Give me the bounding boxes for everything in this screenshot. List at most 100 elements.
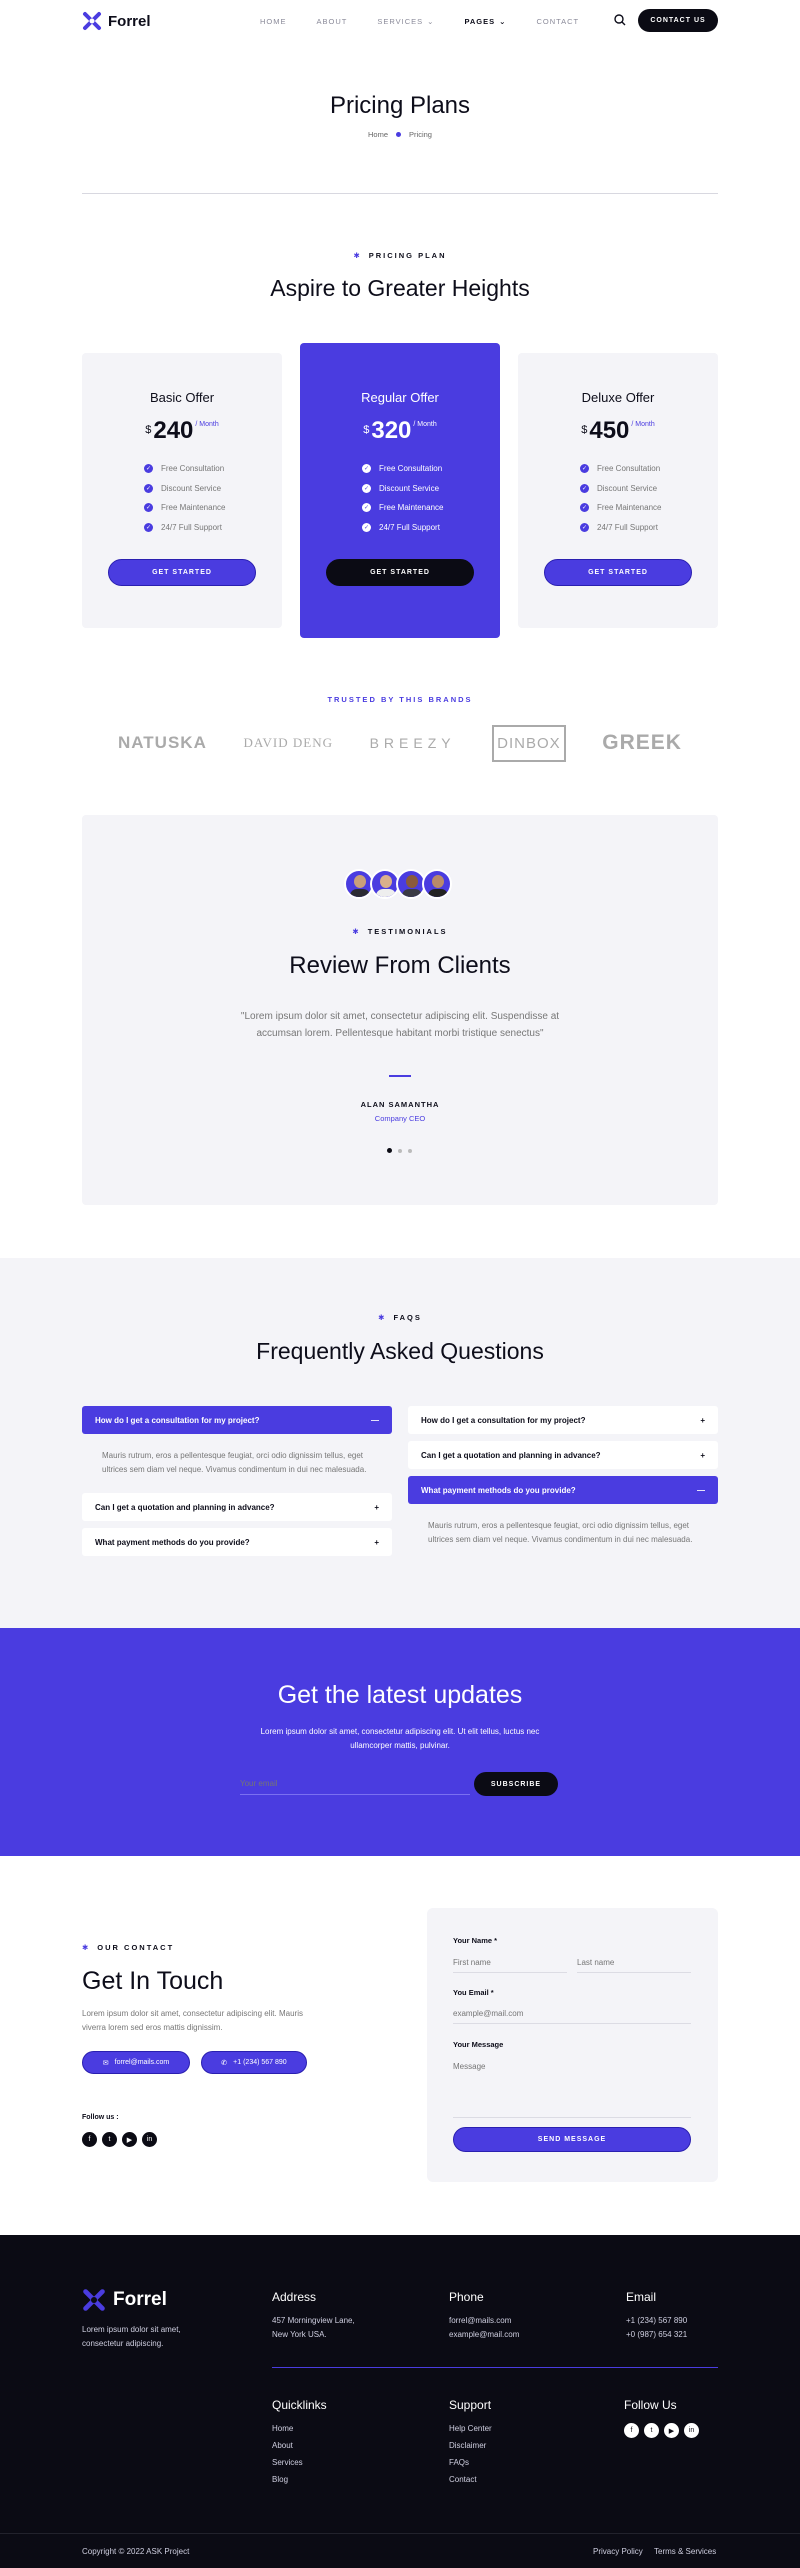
quicklinks-list: Home About Services Blog <box>272 2420 303 2488</box>
star-icon: ✱ <box>378 1313 387 1322</box>
star-icon: ✱ <box>352 927 361 936</box>
divider <box>82 193 718 194</box>
search-icon[interactable] <box>614 14 626 26</box>
faq-answer: Mauris rutrum, eros a pellentesque feugi… <box>428 1521 693 1544</box>
message-textarea[interactable] <box>453 2058 691 2118</box>
phone-icon: ✆ <box>221 2059 228 2067</box>
feature-item: ✓ Free Consultation <box>144 464 225 474</box>
support-heading: Support <box>449 2398 492 2412</box>
footer-link-blog[interactable]: Blog <box>272 2471 303 2488</box>
email-text: +1 (234) 567 890 +0 (987) 654 321 <box>626 2316 688 2339</box>
plan-name: Deluxe Offer <box>581 390 655 405</box>
pricing-eyebrow: ✱ PRICING PLAN <box>353 251 447 260</box>
last-name-input[interactable] <box>577 1953 691 1973</box>
send-message-button[interactable]: SEND MESSAGE <box>453 2127 691 2152</box>
footer-link-faqs[interactable]: FAQs <box>449 2454 492 2471</box>
linkedin-icon[interactable]: in <box>142 2132 157 2147</box>
message-label: Your Message <box>453 2040 504 2049</box>
brand-logo-greek: GREEK <box>602 731 682 754</box>
breadcrumb: Home Pricing <box>0 130 800 139</box>
privacy-link[interactable]: Privacy Policy <box>593 2545 643 2559</box>
feature-item: ✓ Discount Service <box>580 483 658 493</box>
subscribe-button[interactable]: SUBSCRIBE <box>474 1772 558 1796</box>
check-icon: ✓ <box>580 522 589 532</box>
check-icon: ✓ <box>580 483 589 493</box>
linkedin-icon[interactable]: in <box>684 2423 699 2438</box>
nav-about[interactable]: ABOUT <box>317 17 348 26</box>
get-started-button[interactable]: GET STARTED <box>108 559 256 586</box>
contact-text: Lorem ipsum dolor sit amet, consectetur … <box>82 2009 303 2032</box>
footer <box>0 2235 800 2568</box>
check-icon: ✓ <box>362 503 371 513</box>
faq-question[interactable]: How do I get a consultation for my proje… <box>82 1406 392 1434</box>
faq-answer: Mauris rutrum, eros a pellentesque feugi… <box>102 1451 367 1474</box>
star-icon: ✱ <box>353 251 362 260</box>
twitter-icon[interactable]: t <box>102 2132 117 2147</box>
nav-home[interactable]: HOME <box>260 17 287 26</box>
breadcrumb-home[interactable]: Home <box>368 130 388 139</box>
brand-logo-dinbox: DINBOX <box>492 724 566 762</box>
footer-link-help-center[interactable]: Help Center <box>449 2420 492 2437</box>
brand-logos: NATUSKA DAVID DENG BREEZY DINBOX GREEK <box>118 722 682 764</box>
chevron-down-icon: ⌄ <box>499 17 507 26</box>
first-name-input[interactable] <box>453 1953 567 1973</box>
feature-list: ✓ Free Consultation ✓ Discount Service ✓ Fr… <box>362 459 500 537</box>
follow-us-heading: Follow Us <box>624 2398 677 2412</box>
faq-title: Frequently Asked Questions <box>256 1338 544 1364</box>
youtube-icon[interactable]: ▶ <box>122 2132 137 2147</box>
footer-link-services[interactable]: Services <box>272 2454 303 2471</box>
get-started-button[interactable]: GET STARTED <box>326 559 474 586</box>
name-label: Your Name * <box>453 1936 498 1945</box>
faq-question[interactable]: What payment methods do you provide? + <box>82 1528 392 1556</box>
breadcrumb-dot <box>396 132 402 137</box>
brand-logo-natuska: NATUSKA <box>118 733 207 752</box>
youtube-icon[interactable]: ▶ <box>664 2423 679 2438</box>
testimonial-quote: "Lorem ipsum dolor sit amet, consectetur… <box>240 1011 560 1039</box>
carousel-dot[interactable] <box>408 1148 412 1153</box>
brand-logo[interactable]: Forrel <box>82 11 151 31</box>
email-input[interactable] <box>453 2004 691 2024</box>
nav-services[interactable]: SERVICES ⌄ <box>377 17 434 26</box>
testimonials-title: Review From Clients <box>289 952 511 979</box>
footer-logo[interactable]: Forrel <box>82 2288 167 2312</box>
newsletter-email-input[interactable] <box>240 1773 470 1795</box>
footer-link-disclaimer[interactable]: Disclaimer <box>449 2437 492 2454</box>
testimonial-role: Company CEO <box>374 1114 426 1123</box>
divider <box>272 2367 718 2368</box>
main-nav: HOME ABOUT SERVICES ⌄ PAGES ⌄ CONTACT <box>260 17 579 26</box>
footer-social-links: f t ▶ in <box>624 2423 699 2438</box>
email-button[interactable]: ✉ forrel@mails.com <box>82 2051 190 2074</box>
check-icon: ✓ <box>144 503 153 513</box>
footer-link-contact[interactable]: Contact <box>449 2471 492 2488</box>
nav-pages[interactable]: PAGES ⌄ <box>464 17 506 26</box>
carousel-dot[interactable] <box>398 1148 402 1153</box>
feature-item: ✓ Free Maintenance <box>144 503 226 513</box>
twitter-icon[interactable]: t <box>644 2423 659 2438</box>
plan-card-regular: Regular Offer $320/ Month ✓ Free Consulta… <box>300 343 500 638</box>
faq-question[interactable]: What payment methods do you provide? — <box>408 1476 718 1504</box>
faq-eyebrow: ✱ FAQS <box>378 1313 422 1322</box>
pricing-title: Aspire to Greater Heights <box>270 275 530 301</box>
faq-question[interactable]: Can I get a quotation and planning in ad… <box>82 1493 392 1521</box>
nav-contact[interactable]: CONTACT <box>536 17 579 26</box>
footer-link-home[interactable]: Home <box>272 2420 303 2437</box>
footer-link-about[interactable]: About <box>272 2437 303 2454</box>
check-icon: ✓ <box>580 464 589 474</box>
facebook-icon[interactable]: f <box>82 2132 97 2147</box>
testimonial-author: ALAN SAMANTHA <box>360 1100 440 1109</box>
get-started-button[interactable]: GET STARTED <box>544 559 692 586</box>
carousel-dot-active[interactable] <box>387 1148 392 1153</box>
feature-item: ✓ Discount Service <box>144 483 222 493</box>
phone-button[interactable]: ✆ +1 (234) 567 890 <box>201 2051 307 2074</box>
faq-question[interactable]: Can I get a quotation and planning in ad… <box>408 1441 718 1469</box>
contact-us-button[interactable]: CONTACT US <box>638 9 718 32</box>
plan-card-deluxe: Deluxe Offer $450/ Month ✓ Free Consultat… <box>518 353 718 628</box>
terms-link[interactable]: Terms & Services <box>654 2545 716 2559</box>
faq-question[interactable]: How do I get a consultation for my proje… <box>408 1406 718 1434</box>
social-links: f t ▶ in <box>82 2132 157 2147</box>
minus-icon: — <box>371 1415 379 1425</box>
facebook-icon[interactable]: f <box>624 2423 639 2438</box>
check-icon: ✓ <box>362 464 371 474</box>
plan-name: Basic Offer <box>149 390 215 405</box>
phone-text: forrel@mails.com example@mail.com <box>449 2316 520 2339</box>
